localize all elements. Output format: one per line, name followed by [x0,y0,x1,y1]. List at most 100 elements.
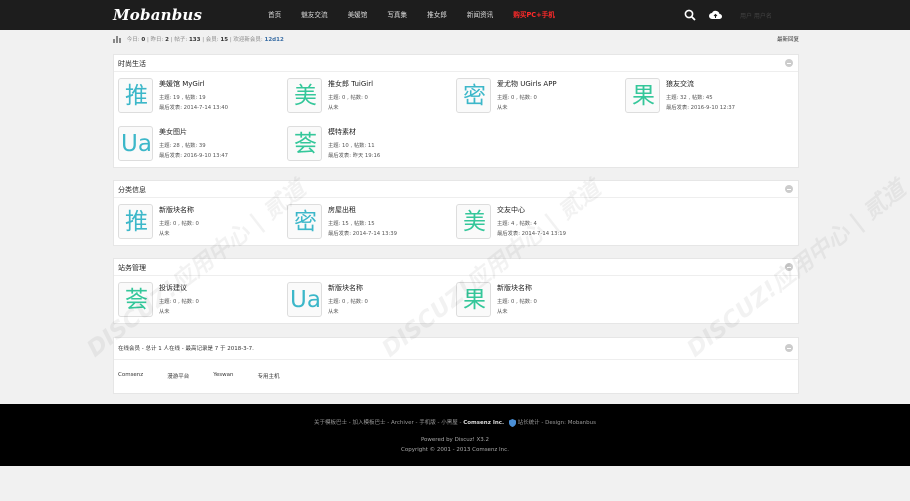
posts-label: 帖子: [174,37,188,43]
members-label: 会员: [205,37,219,43]
forum-last-post[interactable]: 从未 [497,307,508,315]
forum-item: 果狼友交流主题: 32 , 帖数: 45 最后发表: 2016-9-10 12:3… [621,75,790,115]
forum-last-post[interactable]: 最后发表: 2016-9-10 12:37 [666,103,735,111]
friend-link[interactable]: 专用主机 [257,372,279,380]
forum-stats: 主题: 0 , 帖数: 0 [497,299,537,305]
bar-chart-icon [113,36,121,43]
forum-stats: 主题: 0 , 帖数: 0 [497,95,537,101]
forum-item: 推美媛馆 MyGirl 主题: 19 , 帖数: 19 最后发表: 2014-7-1… [114,75,283,115]
site-footer: 关于模板巴士 - 加入模板巴士 - Archiver - 手机版 - 小黑屋 -… [0,404,910,466]
nav-item[interactable]: 推女郎 [417,0,457,30]
forum-name-link[interactable]: 狼友交流 [666,79,694,89]
forum-icon[interactable]: Ua [118,126,153,161]
forum-stats: 主题: 19 , 帖数: 19 [159,95,206,101]
forum-stats: 主题: 0 , 帖数: 0 [328,299,368,305]
comsenz-link[interactable]: Comsenz Inc. [463,420,504,426]
yesterday-label: 昨日: [150,37,164,43]
footer-links-text[interactable]: 关于模板巴士 - 加入模板巴士 - Archiver - 手机版 - 小黑屋 - [314,420,463,426]
search-icon[interactable] [684,9,696,21]
forum-stats: 主题: 28 , 帖数: 39 [159,143,206,149]
forum-icon[interactable]: 美 [287,78,322,113]
category-header: 分类信息 [114,181,798,198]
forum-stats: 主题: 0 , 帖数: 0 [159,299,199,305]
nav-item[interactable]: 首页 [258,0,291,30]
forum-name-link[interactable]: 新版块名称 [328,283,363,293]
collapse-toggle-icon[interactable] [785,263,793,271]
collapse-toggle-icon[interactable] [785,59,793,67]
forum-last-post[interactable]: 最后发表: 2014-7-14 13:19 [497,229,566,237]
nav-item[interactable]: 魅友交流 [291,0,337,30]
forum-stats: 今日: 0 | 昨日: 2 | 帖子: 133 | 会员: 15 | 欢迎新会员… [113,35,799,45]
latest-replies-link[interactable]: 最新回复 [777,35,799,43]
forum-name-link[interactable]: 爱尤物 UGirls APP [497,79,557,89]
forum-name-link[interactable]: 美女图片 [159,127,187,137]
forum-last-post[interactable]: 最后发表: 2014-7-14 13:40 [159,103,228,111]
forum-item: 荟模特素材主题: 10 , 帖数: 11 最后发表: 昨天 19:16 [283,123,452,163]
divider [114,359,798,360]
main-nav: 首页 魅友交流 美媛馆 写真集 推女郎 新闻资讯 购买PC+手机 [258,0,565,30]
forum-last-post[interactable]: 最后发表: 昨天 19:16 [328,151,380,159]
forum-icon[interactable]: Ua [287,282,322,317]
forum-stats: 主题: 4 , 帖数: 4 [497,221,537,227]
forum-name-link[interactable]: 推女郎 TuiGirl [328,79,373,89]
newest-member-link[interactable]: 12d12 [265,37,284,43]
forum-icon[interactable]: 推 [118,78,153,113]
friend-link[interactable]: 漫游平台 [167,372,189,380]
footer-stats-design[interactable]: 站长统计 - Design: Mobanbus [516,420,596,426]
copyright: Copyright © 2001 - 2013 Comsenz Inc. [401,447,509,453]
forum-last-post[interactable]: 最后发表: 2016-9-10 13:47 [159,151,228,159]
forum-item: 美交友中心主题: 4 , 帖数: 4 最后发表: 2014-7-14 13:19 [452,201,621,241]
friend-link[interactable]: Yeswan [213,372,233,380]
category-title[interactable]: 时尚生活 [118,59,146,69]
forum-item: 美推女郎 TuiGirl 主题: 0 , 帖数: 0 从未 [283,75,452,115]
forum-name-link[interactable]: 房屋出租 [328,205,356,215]
nav-item[interactable]: 美媛馆 [338,0,378,30]
newest-member-label: 欢迎新会员: [233,37,263,43]
category-header: 站务管理 [114,259,798,276]
cloud-upload-icon[interactable] [709,9,722,21]
category-header: 时尚生活 [114,55,798,72]
today-count: 0 [141,37,146,43]
forum-name-link[interactable]: 美媛馆 MyGirl [159,79,205,89]
friend-links: Comsenz 漫游平台 Yeswan 专用主机 [118,372,303,380]
forum-icon[interactable]: 密 [287,204,322,239]
forum-stats: 主题: 32 , 帖数: 45 [666,95,713,101]
forum-last-post[interactable]: 从未 [159,307,170,315]
powered-by: Powered by Discuz! X3.2 [420,437,490,443]
collapse-toggle-icon[interactable] [785,344,793,352]
forum-stats: 主题: 10 , 帖数: 11 [328,143,375,149]
forum-name-link[interactable]: 交友中心 [497,205,525,215]
nav-item[interactable]: 新闻资讯 [457,0,503,30]
forum-last-post[interactable]: 从未 [328,103,339,111]
nav-item[interactable]: 写真集 [377,0,417,30]
posts-count: 133 [188,37,201,43]
forum-icon[interactable]: 果 [456,282,491,317]
site-logo[interactable]: Mobanbus [113,6,202,24]
forum-icon[interactable]: 荟 [287,126,322,161]
forum-name-link[interactable]: 新版块名称 [497,283,532,293]
forum-icon[interactable]: 美 [456,204,491,239]
forum-item: Ua 美女图片主题: 28 , 帖数: 39 最后发表: 2016-9-10 13:… [114,123,283,163]
forum-stats: 主题: 15 , 帖数: 15 [328,221,375,227]
shield-icon [508,418,516,427]
forum-icon[interactable]: 荟 [118,282,153,317]
forum-last-post[interactable]: 从未 [497,103,508,111]
category-title[interactable]: 站务管理 [118,263,146,273]
friend-link[interactable]: Comsenz [118,372,143,380]
forum-last-post[interactable]: 从未 [159,229,170,237]
online-members-panel: 在线会员 - 总计 1 人在线 - 最高记录是 7 于 2018-3-7. Co… [113,337,799,394]
forum-category-panel: 站务管理荟投诉建议主题: 0 , 帖数: 0 从未 Ua 新版块名称主题: 0 , 帖… [113,258,799,324]
forum-category-panel: 分类信息推新版块名称主题: 0 , 帖数: 0 从未 密房屋出租主题: 15 , 帖… [113,180,799,246]
nav-item[interactable]: 购买PC+手机 [503,0,565,30]
forum-icon[interactable]: 推 [118,204,153,239]
forum-stats: 主题: 0 , 帖数: 0 [159,221,199,227]
forum-icon[interactable]: 密 [456,78,491,113]
collapse-toggle-icon[interactable] [785,185,793,193]
category-title[interactable]: 分类信息 [118,185,146,195]
forum-last-post[interactable]: 最后发表: 2014-7-14 13:39 [328,229,397,237]
forum-name-link[interactable]: 模特素材 [328,127,356,137]
forum-name-link[interactable]: 新版块名称 [159,205,194,215]
forum-last-post[interactable]: 从未 [328,307,339,315]
forum-name-link[interactable]: 投诉建议 [159,283,187,293]
forum-icon[interactable]: 果 [625,78,660,113]
